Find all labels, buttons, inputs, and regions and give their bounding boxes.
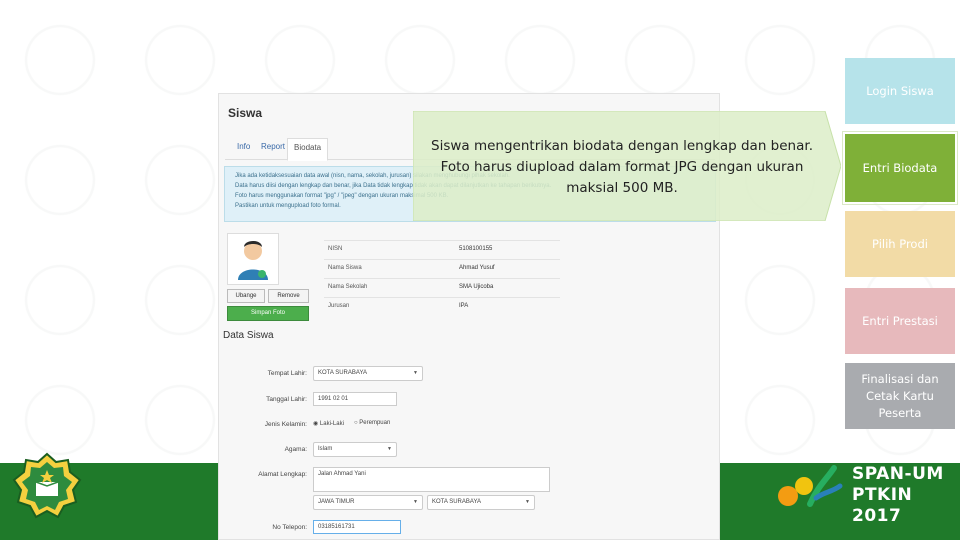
- callout-line-3: maksial 500 MB.: [566, 180, 678, 196]
- birthdate-input[interactable]: 1991 02 01: [313, 392, 397, 406]
- province-select[interactable]: JAWA TIMUR ▼: [313, 495, 423, 510]
- city-select[interactable]: KOTA SURABAYA ▼: [427, 495, 535, 510]
- brand-text: SPAN-UM PTKIN 2017: [852, 464, 960, 527]
- student-info-row: Nama Sekolah SMA Ujicoba: [324, 278, 560, 296]
- student-info-row: Jurusan IPA: [324, 297, 560, 315]
- birthplace-label: Tempat Lahir:: [267, 370, 307, 377]
- info-value: SMA Ujicoba: [459, 284, 494, 290]
- student-info-row: Nama Siswa Ahmad Yusuf: [324, 259, 560, 277]
- tab-info[interactable]: Info: [237, 142, 250, 151]
- callout-text: Siswa mengentrikan biodata dengan lengka…: [413, 136, 831, 199]
- religion-label: Agama:: [284, 446, 307, 453]
- brand-line-1: SPAN-UM: [852, 464, 944, 484]
- address-textarea[interactable]: Jalan Ahmad Yani: [313, 467, 550, 492]
- brand-line-2: PTKIN 2017: [852, 485, 913, 526]
- birthplace-select[interactable]: KOTA SURABAYA ▼: [313, 366, 423, 381]
- gender-male-label: Laki-Laki: [319, 421, 344, 427]
- save-photo-button[interactable]: Simpan Foto: [227, 306, 309, 321]
- religion-select[interactable]: Islam ▼: [313, 442, 397, 457]
- step-entri-biodata[interactable]: Entri Biodata: [842, 131, 958, 205]
- callout-line-2: Foto harus diupload dalam format JPG den…: [440, 159, 804, 175]
- info-value: Ahmad Yusuf: [459, 265, 495, 271]
- info-key: NISN: [328, 246, 343, 252]
- gender-female-radio[interactable]: ○ Perempuan: [354, 420, 390, 426]
- tab-report[interactable]: Report: [261, 142, 285, 151]
- birthdate-label: Tanggal Lahir:: [266, 396, 307, 403]
- chevron-down-icon: ▼: [525, 499, 530, 505]
- chevron-down-icon: ▼: [413, 370, 418, 376]
- religion-value: Islam: [318, 446, 333, 452]
- gender-male-radio[interactable]: ◉ Laki-Laki: [313, 420, 344, 427]
- info-key: Jurusan: [328, 303, 350, 309]
- step-entri-prestasi[interactable]: Entri Prestasi: [845, 288, 955, 354]
- step-pilih-prodi[interactable]: Pilih Prodi: [845, 211, 955, 277]
- phone-input[interactable]: 03185161731: [313, 520, 401, 534]
- info-line: Pastikan untuk mengupload foto formal.: [235, 203, 341, 209]
- info-value: 5108100155: [459, 246, 493, 252]
- city-value: KOTA SURABAYA: [432, 499, 482, 505]
- info-key: Nama Siswa: [328, 265, 362, 271]
- student-info-row: NISN 5108100155: [324, 240, 560, 258]
- tab-biodata[interactable]: Biodata: [287, 138, 329, 161]
- gender-label: Jenis Kelamin:: [264, 421, 307, 428]
- user-avatar-icon: [238, 241, 268, 280]
- avatar: [227, 233, 279, 285]
- address-label: Alamat Lengkap:: [258, 471, 307, 478]
- page-title: Siswa: [228, 106, 263, 120]
- birthplace-value: KOTA SURABAYA: [318, 370, 368, 376]
- chevron-down-icon: ▼: [413, 499, 418, 505]
- province-value: JAWA TIMUR: [318, 499, 355, 505]
- section-title: Data Siswa: [223, 330, 274, 341]
- step-login-siswa[interactable]: Login Siswa: [845, 58, 955, 124]
- change-photo-button[interactable]: Ubange: [227, 289, 265, 303]
- chevron-down-icon: ▼: [387, 446, 392, 452]
- phone-label: No Telepon:: [272, 524, 307, 531]
- callout-line-1: Siswa mengentrikan biodata dengan lengka…: [431, 138, 813, 154]
- step-finalisasi[interactable]: Finalisasi dan Cetak Kartu Peserta: [845, 363, 955, 429]
- gender-female-label: Perempuan: [359, 420, 391, 426]
- remove-photo-button[interactable]: Remove: [268, 289, 309, 303]
- info-value: IPA: [459, 303, 469, 309]
- ministry-emblem-icon: [12, 452, 82, 519]
- info-key: Nama Sekolah: [328, 284, 368, 290]
